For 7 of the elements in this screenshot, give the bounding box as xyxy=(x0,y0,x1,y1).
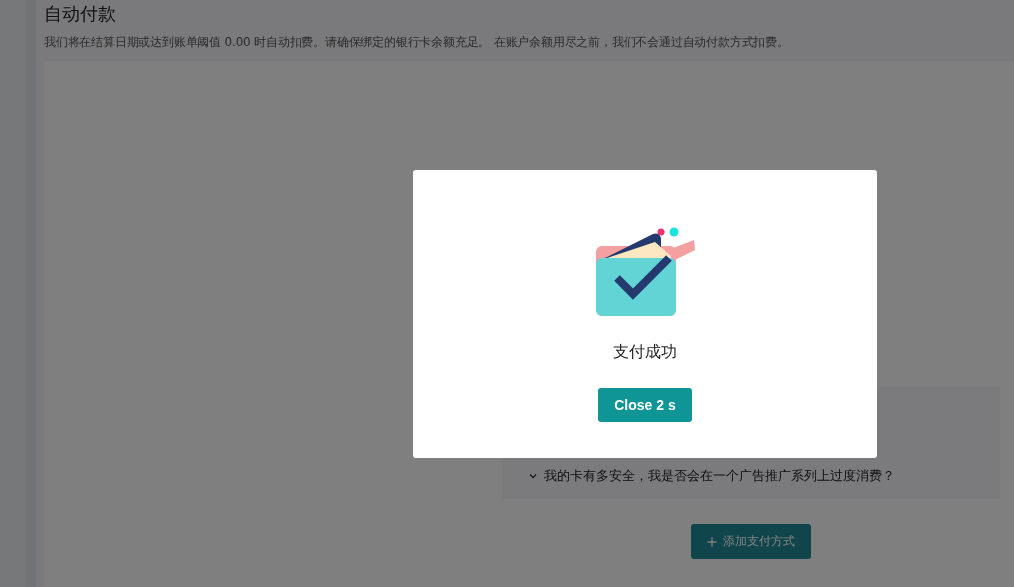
close-button[interactable]: Close 2 s xyxy=(598,388,692,422)
plus-icon xyxy=(707,536,717,547)
add-payment-button[interactable]: 添加支付方式 xyxy=(691,524,811,559)
success-message: 支付成功 xyxy=(613,342,677,363)
page-title: 自动付款 xyxy=(44,2,117,26)
chevron-icon xyxy=(528,471,538,481)
page-description: 我们将在结算日期或达到账单阈值 0.00 时自动扣费。请确保绑定的银行卡余额充足。 在账户余额用尽之前，我们不会通过自动付款方式扣费。 xyxy=(44,34,790,51)
